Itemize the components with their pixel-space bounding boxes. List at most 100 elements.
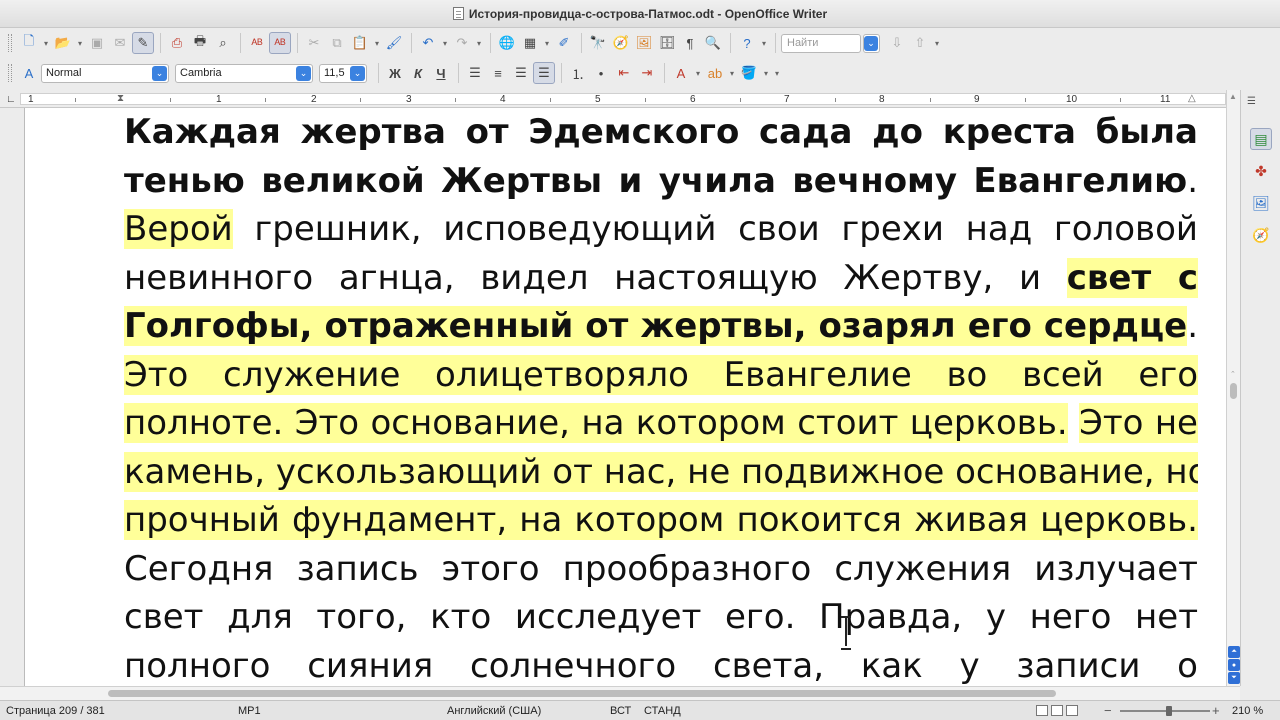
selection-mode-indicator[interactable]: СТАНД (644, 705, 681, 717)
styles-formatting-icon[interactable]: A (18, 62, 40, 84)
properties-icon[interactable]: ▤ (1250, 128, 1272, 150)
find-input[interactable]: Найти (781, 33, 861, 53)
next-page-icon[interactable]: ⏷ (1228, 672, 1240, 684)
vertical-scrollbar[interactable]: ▲ ⌃ ⏶ ● ⏷ (1226, 90, 1240, 686)
text-run[interactable]: Каждая жертва от Эдемского сада до крест… (124, 112, 1198, 152)
find-replace-icon[interactable]: 🔭 (587, 32, 609, 54)
find-toolbar-overflow-icon[interactable]: ▾ (932, 32, 942, 54)
previous-page-icon[interactable]: ⏶ (1228, 646, 1240, 658)
print-icon[interactable]: 🖶 (189, 32, 211, 54)
highlighted-text[interactable]: Это служение олицетворяло Евангелие во в… (124, 354, 1198, 395)
page-indicator[interactable]: Страница 209 / 381 (6, 705, 105, 717)
font-color-icon[interactable]: A (670, 62, 692, 84)
toolbar-grip[interactable] (8, 64, 12, 82)
page-style-indicator[interactable]: МР1 (238, 705, 261, 717)
document-page[interactable]: Каждая жертва от Эдемского сада до крест… (24, 108, 1226, 686)
export-pdf-icon[interactable]: ⎙ (166, 32, 188, 54)
scroll-up-arrow-icon[interactable]: ⌃ (1230, 370, 1236, 378)
text-line[interactable]: полного сияния солнечного света, как у з… (124, 642, 1198, 687)
clone-format-icon[interactable]: 🖌 (383, 32, 405, 54)
highlighting-icon[interactable]: ab (704, 62, 726, 84)
table-icon[interactable]: ▦ (519, 32, 541, 54)
insert-mode-indicator[interactable]: ВСТ (610, 705, 631, 717)
redo-icon[interactable]: ↷ (451, 32, 473, 54)
highlighted-text[interactable]: камень, ускользающий от нас, не подвижно… (124, 451, 1198, 492)
text-line[interactable]: Это служение олицетворяло Евангелие во в… (124, 351, 1198, 400)
text-run[interactable]: полного сияния солнечного света, как у з… (124, 646, 1198, 686)
bullets-icon[interactable]: • (590, 62, 612, 84)
styles-icon[interactable]: ✤ (1250, 160, 1272, 182)
numbering-icon[interactable]: ⒈ (567, 62, 589, 84)
redo-dropdown-icon[interactable]: ▾ (474, 32, 484, 54)
highlighted-text[interactable]: Верой (124, 209, 233, 249)
highlighted-text[interactable]: прочный фундамент, на котором покоится ж… (124, 500, 1198, 540)
navigation-icon[interactable]: ● (1228, 659, 1240, 671)
zoom-slider-knob[interactable] (1166, 706, 1172, 716)
italic-button[interactable]: К (407, 62, 429, 84)
align-center-icon[interactable]: ≡ (487, 62, 509, 84)
toolbar-grip[interactable] (8, 34, 12, 52)
spellcheck-icon[interactable]: ᴬᴮ (246, 32, 268, 54)
toolbar-overflow-icon[interactable]: ▾ (759, 32, 769, 54)
find-next-icon[interactable]: ⇩ (886, 32, 908, 54)
highlighted-text[interactable]: Голгофы, отраженный от жертвы, озарял ег… (124, 306, 1188, 346)
text-run[interactable] (1068, 403, 1079, 443)
highlighted-text[interactable]: свет с (1066, 257, 1198, 298)
undo-dropdown-icon[interactable]: ▾ (440, 32, 450, 54)
horizontal-scrollbar[interactable] (0, 686, 1240, 700)
language-indicator[interactable]: Английский (США) (447, 705, 541, 717)
zoom-in-icon[interactable]: + (1212, 703, 1220, 718)
right-indent-marker[interactable]: △ (1188, 93, 1196, 104)
align-left-icon[interactable]: ☰ (464, 62, 486, 84)
text-run[interactable]: свет для того, кто исследует его. Правда… (124, 597, 1198, 637)
formatting-marks-icon[interactable]: ¶ (679, 32, 701, 54)
document-text[interactable]: Каждая жертва от Эдемского сада до крест… (124, 108, 1198, 686)
text-run[interactable]: грешник, исповедующий свои грехи над гол… (233, 209, 1198, 249)
hyperlink-icon[interactable]: 🌐 (496, 32, 518, 54)
background-color-dropdown-icon[interactable]: ▾ (761, 62, 771, 84)
text-line[interactable]: свет для того, кто исследует его. Правда… (124, 593, 1198, 642)
text-line[interactable]: тенью великой Жертвы и учила вечному Ева… (124, 157, 1198, 206)
new-document-icon[interactable]: 🗋 (18, 32, 40, 54)
highlighting-dropdown-icon[interactable]: ▾ (727, 62, 737, 84)
increase-indent-icon[interactable]: ⇥ (636, 62, 658, 84)
autospellcheck-icon[interactable]: ᴬᴮ (269, 32, 291, 54)
multi-page-view-icon[interactable] (1051, 705, 1063, 716)
highlighted-text[interactable]: полноте. Это основание, на котором стоит… (124, 403, 1068, 443)
paste-icon[interactable]: 📋 (349, 32, 371, 54)
edit-mode-icon[interactable]: ✎ (132, 32, 154, 54)
text-line[interactable]: Сегодня запись этого прообразного служен… (124, 545, 1198, 594)
help-icon[interactable]: ? (736, 32, 758, 54)
text-line[interactable]: Верой грешник, исповедующий свои грехи н… (124, 205, 1198, 254)
navigator-sidebar-icon[interactable]: 🧭 (1250, 224, 1272, 246)
text-line[interactable]: прочный фундамент, на котором покоится ж… (124, 496, 1198, 545)
text-line[interactable]: невинного агнца, видел настоящую Жертву,… (124, 254, 1198, 303)
font-name-combo[interactable]: Cambria ⌄ (175, 63, 313, 83)
background-color-icon[interactable]: 🪣 (738, 62, 760, 84)
paragraph-style-combo[interactable]: Normal ⌄ (41, 63, 169, 83)
align-right-icon[interactable]: ☰ (510, 62, 532, 84)
zoom-out-icon[interactable]: − (1104, 703, 1112, 718)
zoom-level[interactable]: 210 % (1232, 705, 1263, 717)
find-dropdown[interactable]: ⌄ (863, 33, 880, 53)
text-run[interactable]: Сегодня запись этого прообразного служен… (124, 549, 1198, 589)
document-area[interactable]: Каждая жертва от Эдемского сада до крест… (0, 108, 1226, 686)
navigator-icon[interactable]: 🧭 (610, 32, 632, 54)
show-draw-functions-icon[interactable]: ✐ (553, 32, 575, 54)
font-size-combo[interactable]: 11,5 ⌄ (319, 63, 367, 83)
zoom-slider-track[interactable] (1120, 710, 1210, 712)
justify-icon[interactable]: ☰ (533, 62, 555, 84)
undo-icon[interactable]: ↶ (417, 32, 439, 54)
text-line[interactable]: полноте. Это основание, на котором стоит… (124, 399, 1198, 448)
text-line[interactable]: камень, ускользающий от нас, не подвижно… (124, 448, 1198, 497)
text-run[interactable]: . (1187, 306, 1198, 346)
print-preview-icon[interactable]: ⌕ (212, 32, 234, 54)
open-dropdown-icon[interactable]: ▾ (75, 32, 85, 54)
text-line[interactable]: Голгофы, отраженный от жертвы, озарял ег… (124, 302, 1198, 351)
font-color-dropdown-icon[interactable]: ▾ (693, 62, 703, 84)
paste-dropdown-icon[interactable]: ▾ (372, 32, 382, 54)
bold-button[interactable]: Ж (384, 62, 406, 84)
text-line[interactable]: Каждая жертва от Эдемского сада до крест… (124, 108, 1198, 157)
gallery-sidebar-icon[interactable]: 🖼 (1250, 192, 1272, 214)
text-run[interactable]: невинного агнца, видел настоящую Жертву,… (124, 258, 1067, 298)
